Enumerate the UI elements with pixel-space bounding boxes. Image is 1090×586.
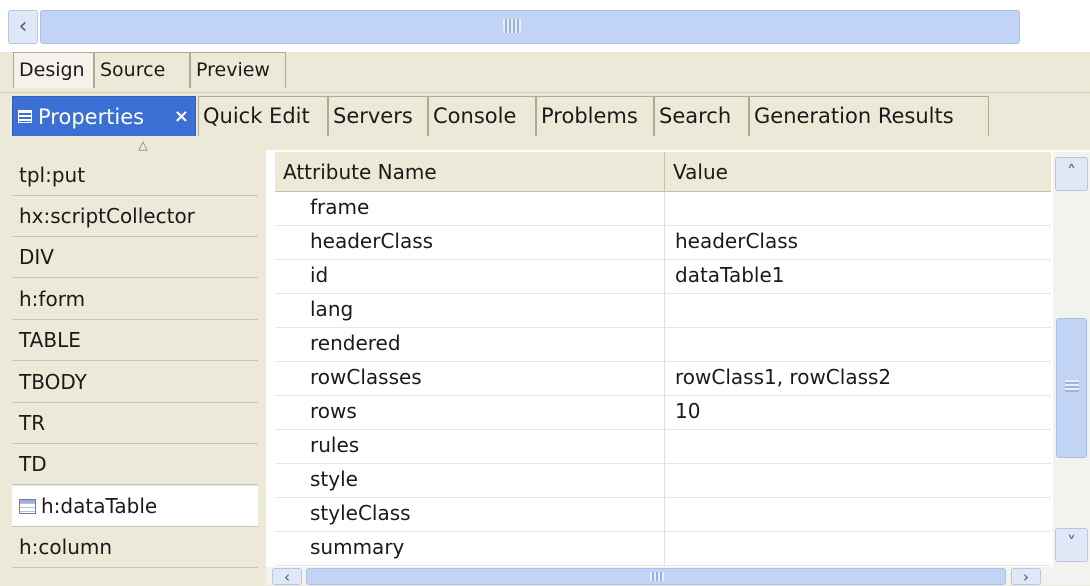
attribute-name: rows [310, 399, 357, 423]
hierarchy-item-div[interactable]: DIV [12, 237, 258, 278]
table-row[interactable]: rows 10 [275, 396, 1051, 430]
hierarchy-item-tpl-put[interactable]: tpl:put [12, 155, 258, 196]
hierarchy-item-h-datatable[interactable]: h:dataTable [12, 486, 258, 527]
properties-view-icon [18, 110, 32, 123]
hierarchy-item-h-column[interactable]: h:column [12, 527, 258, 568]
table-row[interactable]: frame [275, 192, 1051, 226]
table-row[interactable]: rowClasses rowClass1, rowClass2 [275, 362, 1051, 396]
attribute-name: rules [310, 433, 360, 457]
attribute-name: style [310, 467, 358, 491]
tab-console[interactable]: Console [428, 96, 536, 136]
hierarchy-item-hx-scriptcollector[interactable]: hx:scriptCollector [12, 196, 258, 237]
tab-generation-results[interactable]: Generation Results [749, 96, 989, 136]
attribute-name: rowClasses [310, 365, 422, 389]
hierarchy-item-td[interactable]: TD [12, 444, 258, 485]
chevron-left-icon[interactable]: ‹ [8, 10, 38, 44]
attribute-value[interactable]: dataTable1 [675, 260, 785, 290]
table-row[interactable]: headerClass headerClass [275, 226, 1051, 260]
table-row[interactable]: rules [275, 430, 1051, 464]
attribute-name: id [310, 263, 329, 287]
chevron-right-icon[interactable]: › [1011, 568, 1041, 585]
attribute-name: headerClass [310, 229, 434, 253]
tab-preview[interactable]: Preview [190, 52, 286, 88]
tab-servers[interactable]: Servers [328, 96, 428, 136]
attribute-value[interactable]: headerClass [675, 226, 798, 256]
chevron-down-icon[interactable]: ˅ [1055, 528, 1088, 562]
scroll-up-icon[interactable]: △ [135, 138, 151, 152]
table-row[interactable]: summary [275, 532, 1051, 566]
table-row[interactable]: lang [275, 294, 1051, 328]
hierarchy-item-tbody[interactable]: TBODY [12, 362, 258, 403]
attribute-name: styleClass [310, 501, 411, 525]
attribute-name: lang [310, 297, 354, 321]
tab-properties-label: Properties [38, 104, 145, 129]
attribute-name: summary [310, 535, 405, 559]
hierarchy-item-tr[interactable]: TR [12, 403, 258, 444]
table-row[interactable]: style [275, 464, 1051, 498]
chevron-left-icon[interactable]: ‹ [272, 568, 302, 585]
tab-design[interactable]: Design [13, 52, 94, 88]
hierarchy-item-table[interactable]: TABLE [12, 320, 258, 361]
tab-search[interactable]: Search [654, 96, 749, 136]
tab-quick-edit[interactable]: Quick Edit [198, 96, 328, 136]
table-row[interactable]: rendered [275, 328, 1051, 362]
top-scrollbar-thumb[interactable] [40, 10, 1020, 44]
column-header-attribute-name[interactable]: Attribute Name [275, 152, 665, 192]
chevron-up-icon[interactable]: ˄ [1055, 157, 1088, 191]
table-icon [19, 499, 36, 514]
column-header-value[interactable]: Value [665, 152, 1051, 192]
tab-properties[interactable]: Properties × [12, 96, 196, 136]
table-row[interactable]: id dataTable1 [275, 260, 1051, 294]
attribute-value[interactable]: rowClass1, rowClass2 [675, 362, 891, 392]
grip-icon [503, 19, 521, 33]
attribute-name: frame [310, 195, 370, 219]
hierarchy-item-h-form[interactable]: h:form [12, 279, 258, 320]
grip-icon [1065, 380, 1079, 392]
grip-icon [650, 572, 664, 581]
tab-problems[interactable]: Problems [536, 96, 654, 136]
hierarchy-item-label: h:dataTable [41, 494, 158, 518]
attribute-name: rendered [310, 331, 401, 355]
table-row[interactable]: styleClass [275, 498, 1051, 532]
attribute-value[interactable]: 10 [675, 396, 700, 426]
close-icon[interactable]: × [174, 98, 189, 136]
tab-source[interactable]: Source [94, 52, 190, 88]
